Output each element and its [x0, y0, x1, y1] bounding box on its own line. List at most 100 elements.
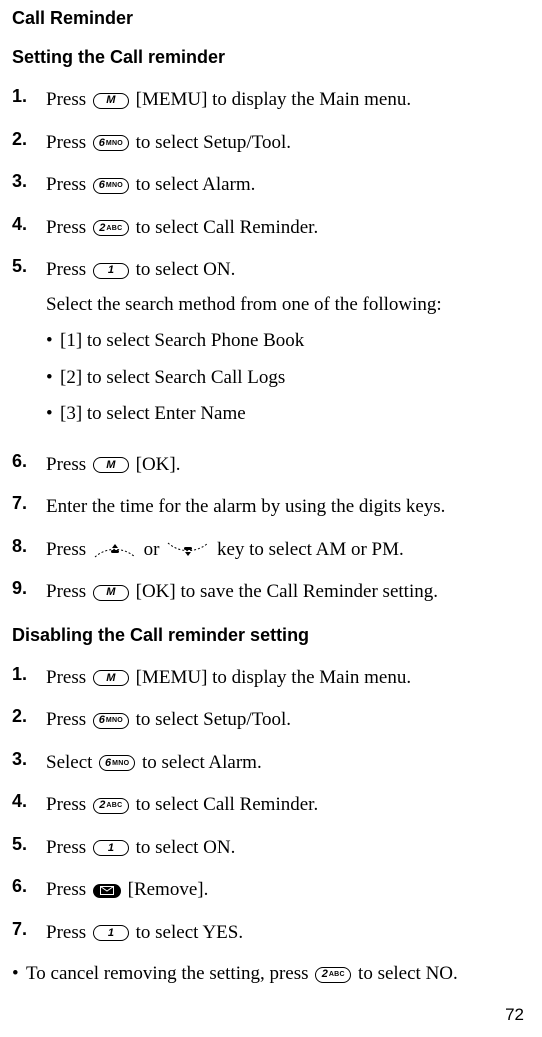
- step-number: 3.: [12, 171, 46, 192]
- bullet-text: [1] to select Search Phone Book: [60, 327, 304, 356]
- mail-key-icon: [91, 884, 123, 898]
- step-item: 1.Press M [MEMU] to display the Main men…: [12, 664, 524, 693]
- bullet-text: [2] to select Search Call Logs: [60, 364, 285, 393]
- step-number: 4.: [12, 791, 46, 812]
- step-body: Press 6MNO to select Setup/Tool.: [46, 129, 524, 158]
- step-item: 7.Press 1 to select YES.: [12, 919, 524, 948]
- step-number: 7.: [12, 493, 46, 514]
- step-body: Enter the time for the alarm by using th…: [46, 493, 524, 522]
- page-number: 72: [505, 1005, 524, 1025]
- step-body: Press M [OK].: [46, 451, 524, 480]
- section-heading-disabling: Disabling the Call reminder setting: [12, 625, 524, 646]
- key-6mno-icon: 6MNO: [91, 178, 131, 194]
- step-body: Press 1 to select ON.: [46, 834, 524, 863]
- bullet-text: [3] to select Enter Name: [60, 400, 246, 429]
- steps-list-setting: 1.Press M [MEMU] to display the Main men…: [12, 86, 524, 607]
- note-text: To cancel removing the setting, press 2A…: [26, 963, 458, 985]
- step-item: 6.Press [Remove].: [12, 876, 524, 905]
- step-body: Press M [OK] to save the Call Reminder s…: [46, 578, 524, 607]
- step-body: Press 6MNO to select Alarm.: [46, 171, 524, 200]
- step-text: Press 6MNO to select Setup/Tool.: [46, 129, 524, 158]
- key-1-icon: 1: [91, 925, 131, 941]
- step-text: Press [Remove].: [46, 876, 524, 905]
- step-item: 1.Press M [MEMU] to display the Main men…: [12, 86, 524, 115]
- step-number: 5.: [12, 834, 46, 855]
- step-text: Enter the time for the alarm by using th…: [46, 493, 524, 522]
- key-1-icon: 1: [91, 263, 131, 279]
- step-item: 9.Press M [OK] to save the Call Reminder…: [12, 578, 524, 607]
- step-text: Press 1 to select YES.: [46, 919, 524, 948]
- section-heading-setting: Setting the Call reminder: [12, 47, 524, 68]
- step-number: 1.: [12, 86, 46, 107]
- step-text: Press M [MEMU] to display the Main menu.: [46, 86, 524, 115]
- manual-page: Call Reminder Setting the Call reminder …: [0, 0, 542, 1037]
- step-text: Press 1 to select ON.: [46, 256, 524, 285]
- step-text: Press 2ABC to select Call Reminder.: [46, 214, 524, 243]
- step-item: 5.Press 1 to select ON.: [12, 834, 524, 863]
- step-item: 7.Enter the time for the alarm by using …: [12, 493, 524, 522]
- step-body: Press M [MEMU] to display the Main menu.: [46, 664, 524, 693]
- step-subtext: Select the search method from one of the…: [46, 291, 524, 320]
- step-item: 4.Press 2ABC to select Call Reminder.: [12, 791, 524, 820]
- step-number: 3.: [12, 749, 46, 770]
- step-body: Press 2ABC to select Call Reminder.: [46, 214, 524, 243]
- step-body: Press or key to select AM or PM.: [46, 536, 524, 565]
- step-text: Select 6MNO to select Alarm.: [46, 749, 524, 778]
- step-item: 8.Press or key to select AM or PM.: [12, 536, 524, 565]
- step-number: 9.: [12, 578, 46, 599]
- step-text: Press M [OK].: [46, 451, 524, 480]
- key-6mno-icon: 6MNO: [91, 135, 131, 151]
- step-body: Press 1 to select YES.: [46, 919, 524, 948]
- step-item: 3.Press 6MNO to select Alarm.: [12, 171, 524, 200]
- page-title: Call Reminder: [12, 8, 524, 29]
- step-number: 8.: [12, 536, 46, 557]
- step-text: Press M [OK] to save the Call Reminder s…: [46, 578, 524, 607]
- step-text: Press 2ABC to select Call Reminder.: [46, 791, 524, 820]
- step-item: 2.Press 6MNO to select Setup/Tool.: [12, 706, 524, 735]
- step-item: 2.Press 6MNO to select Setup/Tool.: [12, 129, 524, 158]
- bullet-icon: •: [46, 327, 60, 356]
- key-6mno-icon: 6MNO: [91, 713, 131, 729]
- step-item: 3.Select 6MNO to select Alarm.: [12, 749, 524, 778]
- key-6mno-icon: 6MNO: [97, 755, 137, 771]
- step-item: 6.Press M [OK].: [12, 451, 524, 480]
- down-key-icon: [166, 542, 210, 558]
- bullet-icon: •: [46, 400, 60, 429]
- step-number: 7.: [12, 919, 46, 940]
- step-body: Press [Remove].: [46, 876, 524, 905]
- key-m-icon: M: [91, 457, 131, 473]
- cancel-note: •To cancel removing the setting, press 2…: [12, 963, 524, 985]
- step-number: 6.: [12, 876, 46, 897]
- bullet-icon: •: [12, 963, 26, 985]
- step-number: 5.: [12, 256, 46, 277]
- step-body: Press 2ABC to select Call Reminder.: [46, 791, 524, 820]
- sub-bullet: •[2] to select Search Call Logs: [46, 364, 524, 393]
- step-text: Press or key to select AM or PM.: [46, 536, 524, 565]
- key-2abc-icon: 2ABC: [91, 798, 131, 814]
- key-m-icon: M: [91, 670, 131, 686]
- sub-bullet: •[1] to select Search Phone Book: [46, 327, 524, 356]
- step-text: Press 6MNO to select Alarm.: [46, 171, 524, 200]
- key-2abc-icon: 2ABC: [313, 967, 353, 983]
- step-body: Press M [MEMU] to display the Main menu.: [46, 86, 524, 115]
- key-m-icon: M: [91, 585, 131, 601]
- sub-bullet: •[3] to select Enter Name: [46, 400, 524, 429]
- key-2abc-icon: 2ABC: [91, 220, 131, 236]
- step-text: Press 1 to select ON.: [46, 834, 524, 863]
- step-number: 6.: [12, 451, 46, 472]
- step-number: 2.: [12, 706, 46, 727]
- step-body: Press 1 to select ON. Select the search m…: [46, 256, 524, 437]
- up-key-icon: [93, 542, 137, 558]
- step-body: Select 6MNO to select Alarm.: [46, 749, 524, 778]
- step-text: Press M [MEMU] to display the Main menu.: [46, 664, 524, 693]
- step-item: 5.Press 1 to select ON. Select the search…: [12, 256, 524, 437]
- step-text: Press 6MNO to select Setup/Tool.: [46, 706, 524, 735]
- step-body: Press 6MNO to select Setup/Tool.: [46, 706, 524, 735]
- step-number: 1.: [12, 664, 46, 685]
- step-number: 4.: [12, 214, 46, 235]
- key-1-icon: 1: [91, 840, 131, 856]
- steps-list-disabling: 1.Press M [MEMU] to display the Main men…: [12, 664, 524, 948]
- step-item: 4.Press 2ABC to select Call Reminder.: [12, 214, 524, 243]
- key-m-icon: M: [91, 93, 131, 109]
- step-number: 2.: [12, 129, 46, 150]
